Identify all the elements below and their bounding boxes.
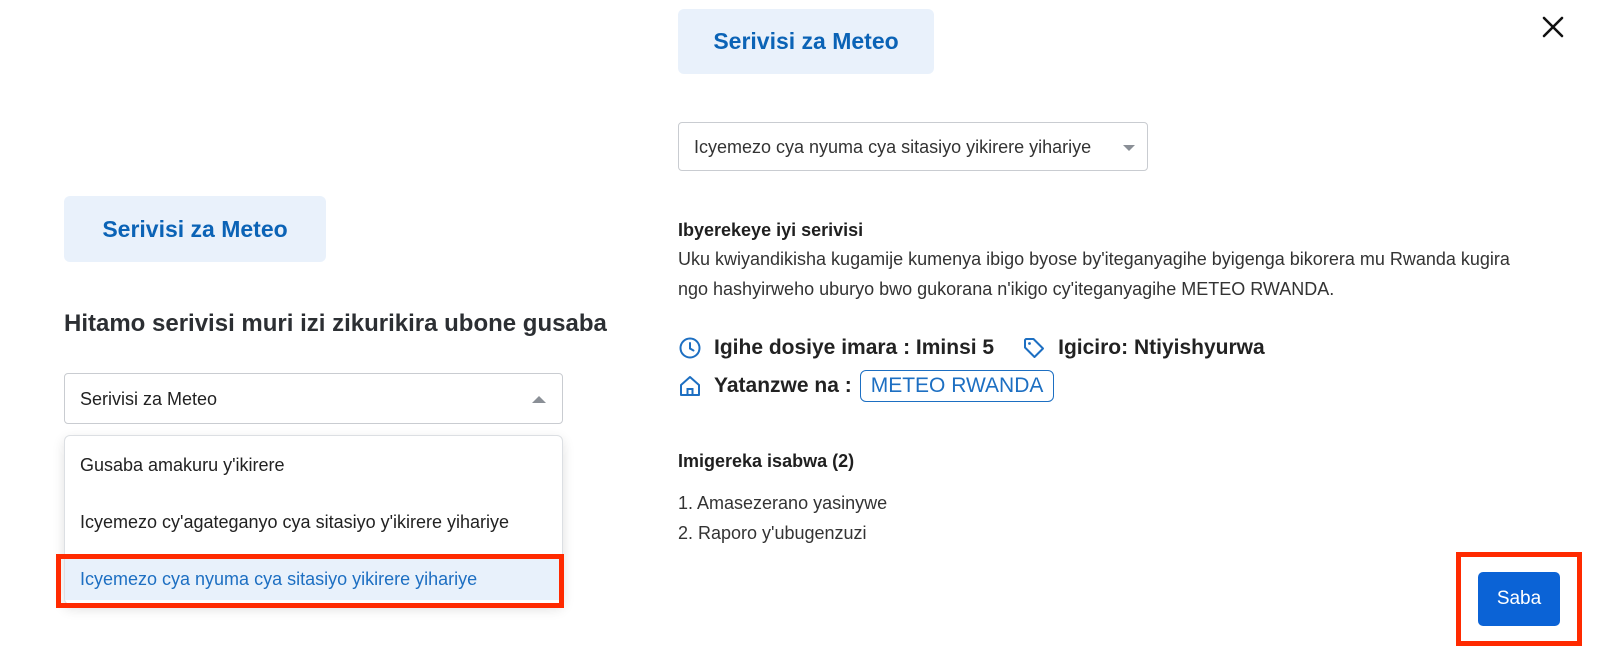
service-select-value: Serivisi za Meteo	[80, 389, 218, 409]
service-category-chip: Serivisi za Meteo	[64, 196, 326, 262]
requirements-title: Imigereka isabwa (2)	[678, 451, 855, 471]
dropdown-option-label: Icyemezo cy'agateganyo cya sitasiyo y'ik…	[80, 511, 510, 532]
left-panel: Serivisi za Meteo Hitamo serivisi muri i…	[0, 0, 650, 662]
chevron-up-icon	[532, 396, 546, 403]
selected-service-value: Icyemezo cya nyuma cya sitasiyo yikirere…	[694, 137, 1092, 157]
clock-icon	[678, 336, 702, 360]
service-provider-row: Yatanzwe na : METEO RWANDA	[678, 370, 1055, 402]
left-top-area	[0, 0, 650, 155]
service-category-chip-right: Serivisi za Meteo	[678, 9, 934, 74]
list-item: 1. Amasezerano yasinywe	[678, 493, 888, 513]
service-select-heading: Hitamo serivisi muri izi zikurikira ubon…	[64, 310, 607, 337]
provider-badge: METEO RWANDA	[859, 370, 1055, 402]
service-dropdown-menu: Gusaba amakuru y'ikirere Icyemezo cy'aga…	[64, 435, 563, 605]
service-category-chip-label: Serivisi za Meteo	[102, 215, 288, 242]
service-meta-row: Igihe dosiye imara : Iminsi 5 Igiciro: N…	[678, 336, 1265, 360]
service-category-chip-right-label: Serivisi za Meteo	[713, 28, 899, 54]
selected-service-select[interactable]: Icyemezo cya nyuma cya sitasiyo yikirere…	[678, 122, 1148, 171]
dropdown-option-label: Icyemezo cya nyuma cya sitasiyo yikirere…	[80, 568, 478, 589]
processing-duration: Igihe dosiye imara : Iminsi 5	[714, 336, 995, 359]
dropdown-option[interactable]: Gusaba amakuru y'ikirere	[65, 436, 562, 494]
list-item: 2. Raporo y'ubugenzuzi	[678, 523, 867, 543]
dropdown-option[interactable]: Icyemezo cy'agateganyo cya sitasiyo y'ik…	[65, 494, 562, 550]
provider-label: Yatanzwe na :	[714, 374, 852, 397]
service-select[interactable]: Serivisi za Meteo	[64, 373, 563, 424]
about-service-description: Uku kwiyandikisha kugamije kumenya ibigo…	[678, 249, 1510, 299]
price-tag-icon	[1022, 336, 1046, 360]
requirements-list: 1. Amasezerano yasinywe 2. Raporo y'ubug…	[678, 488, 887, 548]
dropdown-option-label: Gusaba amakuru y'ikirere	[80, 454, 285, 475]
dropdown-option-highlighted[interactable]: Icyemezo cya nyuma cya sitasiyo yikirere…	[65, 558, 562, 600]
submit-application-button[interactable]: Saba	[1478, 572, 1560, 626]
about-service-title: Ibyerekeye iyi serivisi	[678, 220, 864, 240]
chevron-down-icon	[1123, 145, 1135, 151]
home-icon	[678, 374, 702, 398]
close-icon[interactable]	[1538, 12, 1568, 42]
service-price: Igiciro: Ntiyishyurwa	[1058, 336, 1265, 359]
